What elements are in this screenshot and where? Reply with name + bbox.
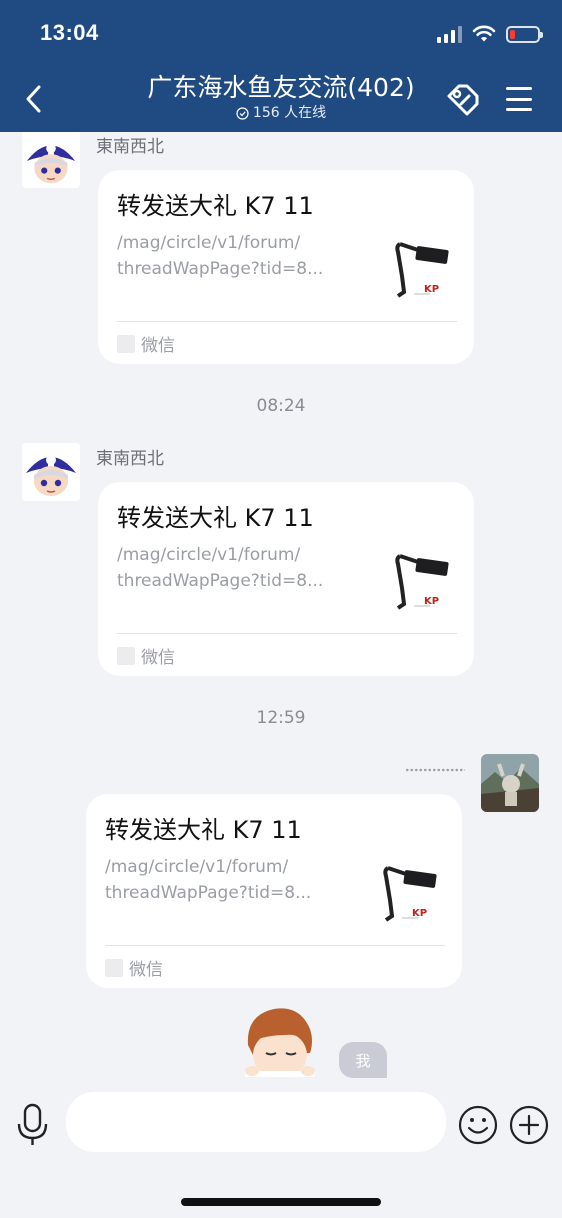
wechat-icon — [105, 958, 123, 977]
card-divider — [105, 945, 445, 946]
lamp-thumbnail-image: KP — [390, 548, 458, 618]
time-separator: 08:24 — [256, 396, 306, 416]
status-time: 13:04 — [40, 20, 99, 45]
link-card[interactable]: 转发送大礼 K7 11 /mag/circle/v1/forum/ thread… — [86, 794, 462, 988]
landscape-avatar-image — [481, 754, 539, 812]
more-options-button[interactable] — [509, 1105, 549, 1145]
cartoon-boy-image — [245, 1008, 315, 1077]
tag-icon — [447, 84, 479, 116]
battery-icon — [506, 25, 543, 43]
pirate-avatar-image — [23, 132, 79, 188]
thumb-brand-text: KP — [412, 908, 427, 919]
plus-circle-icon — [509, 1105, 549, 1145]
card-source-label: 微信 — [141, 336, 175, 356]
chevron-left-icon — [26, 85, 41, 113]
card-source: 微信 — [105, 955, 163, 980]
card-description: /mag/circle/v1/forum/ threadWapPage?tid=… — [117, 542, 337, 594]
menu-button[interactable] — [504, 84, 534, 114]
wifi-icon — [472, 25, 496, 42]
card-title: 转发送大礼 K7 11 — [117, 192, 314, 220]
smiley-icon — [458, 1105, 498, 1145]
me-label: 我 — [339, 1042, 387, 1078]
emoji-button[interactable] — [458, 1105, 498, 1145]
my-avatar[interactable] — [481, 754, 539, 812]
online-status: 156 人在线 — [100, 104, 462, 122]
card-desc-line: /mag/circle/v1/forum/ — [117, 233, 301, 253]
thumb-brand-text: KP — [424, 284, 439, 295]
time-separator: 12:59 — [256, 708, 306, 728]
card-desc-line: threadWapPage?tid=8... — [117, 259, 324, 279]
wechat-icon — [117, 646, 135, 665]
menu-line — [506, 97, 532, 101]
lamp-thumbnail-image: KP — [390, 236, 458, 306]
card-source: 微信 — [117, 643, 175, 668]
card-desc-line: threadWapPage?tid=8... — [117, 571, 324, 591]
thumb-brand-text: KP — [424, 596, 439, 607]
card-divider — [117, 633, 457, 634]
tag-button[interactable] — [443, 80, 483, 120]
group-title: 广东海水鱼友交流(402) — [147, 73, 415, 102]
card-divider — [117, 321, 457, 322]
online-icon — [236, 106, 249, 120]
online-count: 156 人在线 — [252, 105, 327, 121]
avatar[interactable] — [22, 132, 80, 188]
lamp-thumbnail-image: KP — [378, 860, 446, 930]
card-source: 微信 — [117, 331, 175, 356]
status-icons — [437, 22, 543, 46]
message-status-dots — [405, 768, 465, 772]
card-desc-line: /mag/circle/v1/forum/ — [105, 857, 289, 877]
sender-name: 東南西北 — [96, 449, 164, 469]
menu-line — [506, 108, 532, 111]
sender-name: 東南西北 — [96, 137, 164, 157]
top-bar: 13:04 广东海水鱼友交流(402) 156 人在线 — [0, 0, 562, 132]
card-description: /mag/circle/v1/forum/ threadWapPage?tid=… — [117, 230, 337, 282]
voice-button[interactable] — [14, 1102, 52, 1148]
microphone-icon — [17, 1103, 48, 1145]
avatar[interactable] — [22, 443, 80, 501]
pirate-avatar-image — [22, 443, 80, 501]
card-description: /mag/circle/v1/forum/ threadWapPage?tid=… — [105, 854, 325, 906]
card-desc-line: /mag/circle/v1/forum/ — [117, 545, 301, 565]
cartoon-boy-sticker[interactable] — [240, 1005, 320, 1077]
link-card[interactable]: 转发送大礼 K7 11 /mag/circle/v1/forum/ thread… — [98, 170, 474, 364]
link-card[interactable]: 转发送大礼 K7 11 /mag/circle/v1/forum/ thread… — [98, 482, 474, 676]
message-input[interactable] — [66, 1092, 446, 1152]
back-button[interactable] — [18, 80, 48, 118]
card-source-label: 微信 — [129, 960, 163, 980]
wechat-icon — [117, 334, 135, 353]
menu-line — [506, 87, 532, 90]
card-title: 转发送大礼 K7 11 — [117, 504, 314, 532]
card-title: 转发送大礼 K7 11 — [105, 816, 302, 844]
chat-title-area[interactable]: 广东海水鱼友交流(402) 156 人在线 — [100, 72, 462, 122]
cellular-signal-icon — [437, 25, 462, 43]
card-source-label: 微信 — [141, 648, 175, 668]
card-desc-line: threadWapPage?tid=8... — [105, 883, 312, 903]
home-indicator — [181, 1198, 381, 1206]
